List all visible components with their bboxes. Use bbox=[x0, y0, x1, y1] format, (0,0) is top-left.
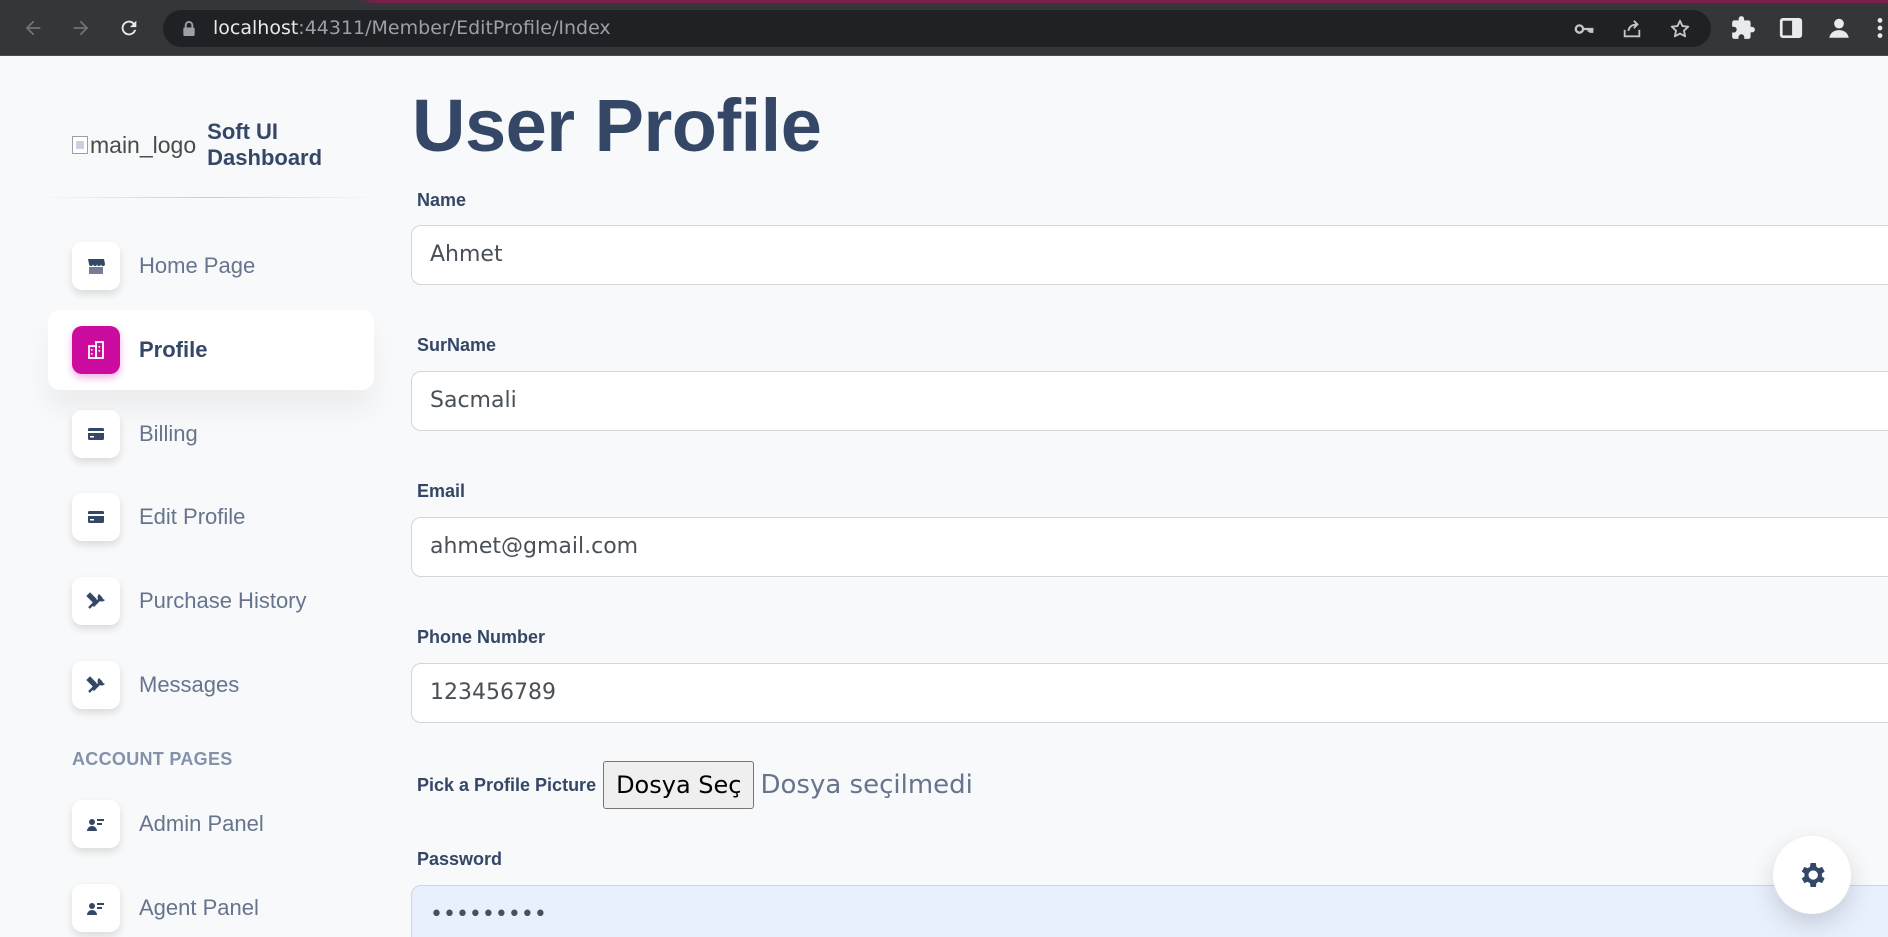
credit-card-icon bbox=[72, 493, 120, 541]
page-title: User Profile bbox=[412, 84, 822, 167]
sidebar: main_logo Soft UI Dashboard Home Page Pr… bbox=[0, 57, 390, 937]
broken-image-icon bbox=[72, 136, 88, 154]
profile-picture-label: Pick a Profile Picture bbox=[417, 774, 597, 795]
password-label: Password bbox=[417, 849, 503, 869]
surname-input[interactable]: Sacmali bbox=[411, 371, 1888, 431]
extensions-icon[interactable] bbox=[1730, 15, 1756, 41]
back-button[interactable] bbox=[17, 12, 49, 44]
address-bar[interactable]: localhost:44311/Member/EditProfile/Index bbox=[163, 10, 1711, 47]
surname-label: SurName bbox=[417, 335, 497, 355]
sidebar-item-admin-panel[interactable]: Admin Panel bbox=[48, 784, 374, 864]
arrow-left-icon bbox=[25, 20, 41, 36]
sidebar-item-label: Edit Profile bbox=[139, 504, 246, 529]
key-icon[interactable] bbox=[1573, 18, 1595, 40]
shop-icon bbox=[72, 242, 120, 290]
brand-link[interactable]: main_logo Soft UI Dashboard bbox=[72, 119, 390, 171]
sidebar-item-edit-profile[interactable]: Edit Profile bbox=[48, 477, 374, 557]
sidebar-divider bbox=[40, 197, 378, 198]
email-label: Email bbox=[417, 481, 466, 501]
star-icon[interactable] bbox=[1669, 18, 1691, 40]
forward-button[interactable] bbox=[65, 12, 97, 44]
arrow-right-icon bbox=[73, 20, 89, 36]
sidebar-item-profile[interactable]: Profile bbox=[48, 310, 374, 390]
name-label: Name bbox=[417, 190, 467, 210]
tools-icon bbox=[72, 577, 120, 625]
office-icon bbox=[72, 326, 120, 374]
sidebar-item-label: Agent Panel bbox=[139, 895, 259, 920]
sidebar-item-label: Home Page bbox=[139, 253, 256, 278]
menu-kebab-icon[interactable] bbox=[1872, 15, 1888, 41]
tab-strip-edge bbox=[0, 0, 1888, 3]
reload-icon bbox=[121, 20, 137, 36]
lock-icon bbox=[183, 21, 195, 37]
sidebar-item-agent-panel[interactable]: Agent Panel bbox=[48, 868, 374, 937]
name-input[interactable]: Ahmet bbox=[411, 225, 1888, 285]
file-status-text: Dosya seçilmedi bbox=[760, 770, 973, 800]
credit-card-icon bbox=[72, 410, 120, 458]
url-text: localhost:44311/Member/EditProfile/Index bbox=[213, 17, 611, 39]
email-input[interactable]: ahmet@gmail.com bbox=[411, 517, 1888, 577]
gear-icon bbox=[1801, 863, 1825, 887]
sidebar-item-label: Messages bbox=[139, 672, 240, 697]
phone-number-input[interactable]: 123456789 bbox=[411, 663, 1888, 723]
sidebar-item-label: Admin Panel bbox=[139, 811, 264, 836]
reload-button[interactable] bbox=[113, 12, 145, 44]
share-icon[interactable] bbox=[1621, 18, 1643, 40]
tools-icon bbox=[72, 661, 120, 709]
profile-picture-picker: Pick a Profile Picture Dosya Seç Dosya s… bbox=[417, 761, 973, 809]
password-input[interactable]: ••••••••• bbox=[411, 885, 1888, 937]
sidebar-item-home-page[interactable]: Home Page bbox=[48, 226, 374, 306]
user-card-icon bbox=[72, 884, 120, 932]
section-title-account-pages: ACCOUNT PAGES bbox=[72, 749, 233, 769]
account-icon[interactable] bbox=[1826, 15, 1852, 41]
browser-toolbar: localhost:44311/Member/EditProfile/Index bbox=[0, 0, 1888, 56]
main-logo: main_logo bbox=[72, 132, 196, 159]
sidebar-item-messages[interactable]: Messages bbox=[48, 645, 374, 725]
sidebar-item-billing[interactable]: Billing bbox=[48, 394, 374, 474]
user-card-icon bbox=[72, 800, 120, 848]
settings-button[interactable] bbox=[1773, 836, 1851, 914]
sidebar-item-label: Billing bbox=[139, 421, 198, 446]
phone-number-label: Phone Number bbox=[417, 627, 546, 647]
sidebar-item-label: Purchase History bbox=[139, 588, 307, 613]
choose-file-button[interactable]: Dosya Seç bbox=[603, 761, 755, 809]
sidebar-item-purchase-history[interactable]: Purchase History bbox=[48, 561, 374, 641]
side-panel-icon[interactable] bbox=[1778, 15, 1804, 41]
sidebar-item-label: Profile bbox=[139, 337, 208, 362]
brand-name: Soft UI Dashboard bbox=[207, 119, 323, 170]
